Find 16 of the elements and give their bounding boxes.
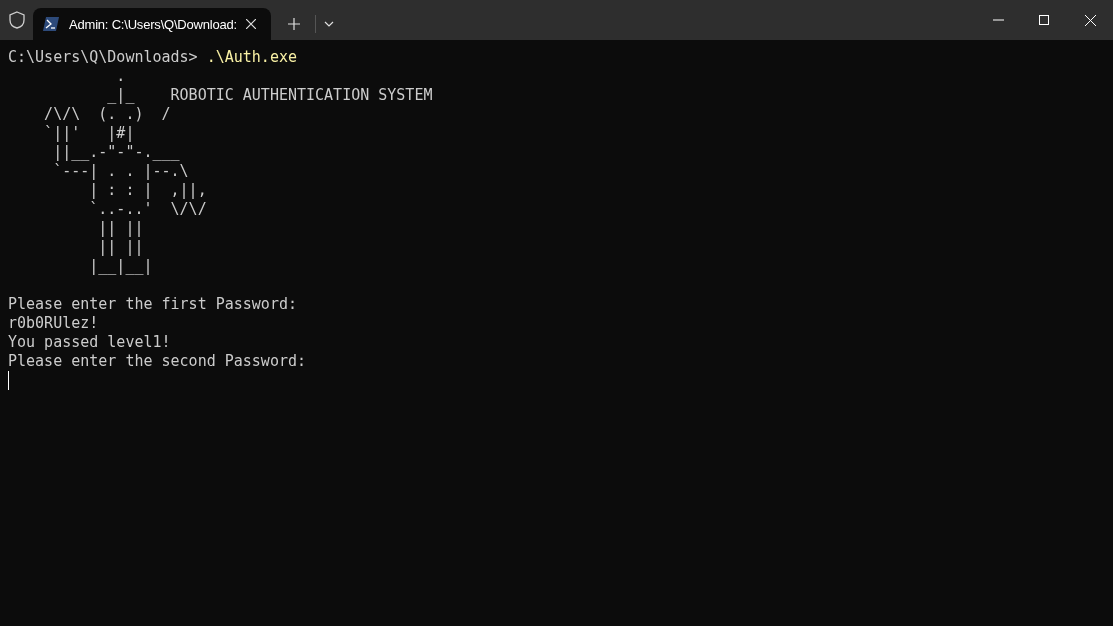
maximize-icon [1039, 15, 1049, 25]
minimize-icon [992, 19, 1004, 21]
output-line: You passed level1! [8, 333, 172, 352]
output-line: r0b0RUlez! [8, 314, 100, 333]
output-line: Please enter the second Password: [8, 352, 307, 371]
prompt-path: C:\Users\Q\Downloads> [8, 48, 199, 66]
shield-icon [9, 11, 25, 29]
terminal-tab[interactable]: Admin: C:\Users\Q\Download: [33, 8, 271, 40]
powershell-icon [43, 17, 59, 31]
chevron-down-icon [324, 21, 334, 27]
ascii-art: . _|_ ROBOTIC AUTHENTICATION SYSTEM /\/\ (. .) / `||' |#| ||__.-"-"-.___ `---| . . |--.\ | : : | ,||, `..-..' \/\/ || || || || |__|__| [43, 67, 434, 276]
command-text: .\Auth.exe [206, 48, 297, 66]
output-line: Please enter the first Password: [8, 295, 298, 314]
close-icon [1084, 14, 1096, 26]
plus-icon [288, 18, 300, 30]
tab-title: Admin: C:\Users\Q\Download: [69, 16, 237, 32]
